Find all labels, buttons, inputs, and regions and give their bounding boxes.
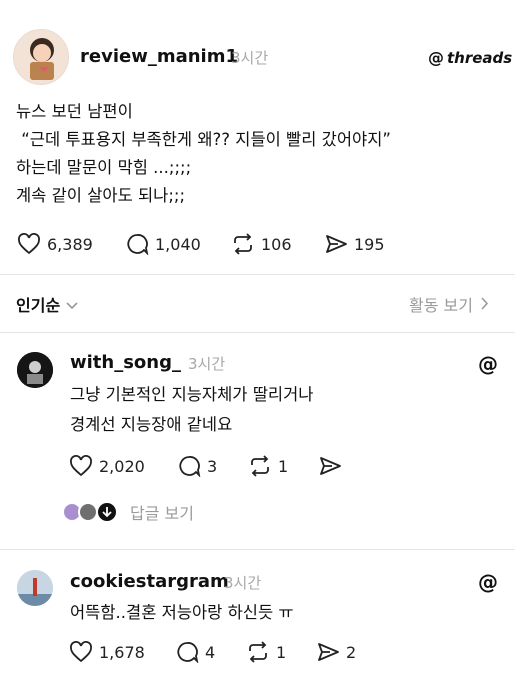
like-count: 6,389 xyxy=(47,234,93,254)
post-time: 3시간 xyxy=(231,49,269,67)
repost-icon xyxy=(251,455,269,477)
reply-line: 경계선 지능장애 같네요 xyxy=(70,415,233,434)
repost-count: 1 xyxy=(276,642,287,662)
comment-button[interactable]: 4 xyxy=(175,641,215,663)
avatar-photo xyxy=(17,570,53,606)
repost-button[interactable]: 1 xyxy=(246,641,286,663)
comment-count: 3 xyxy=(207,456,218,476)
author-avatar[interactable] xyxy=(13,29,69,85)
share-button[interactable]: 195 xyxy=(324,233,385,255)
avatar-illustration xyxy=(30,38,54,80)
like-button[interactable]: 2,020 xyxy=(69,455,145,477)
like-button[interactable]: 1,678 xyxy=(69,641,145,663)
share-count: 2 xyxy=(346,642,357,662)
post-line: 뉴스 보던 남편이 xyxy=(16,102,133,121)
reply-body: 그냥 기본적인 지능자체가 딸리거나 경계선 지능장애 같네요 xyxy=(70,380,490,440)
view-replies-label: 답글 보기 xyxy=(130,504,194,523)
repost-button[interactable]: 106 xyxy=(231,233,292,255)
activity-label: 활동 보기 xyxy=(409,296,473,315)
divider xyxy=(0,549,515,550)
share-button[interactable]: 2 xyxy=(316,641,356,663)
comment-icon xyxy=(177,642,199,663)
like-count: 2,020 xyxy=(99,456,145,476)
view-replies-row[interactable]: 답글 보기 xyxy=(62,500,194,524)
send-icon xyxy=(318,643,339,661)
heart-icon xyxy=(70,641,92,663)
reply-username[interactable]: with_song_ xyxy=(70,352,181,373)
avatar-photo xyxy=(17,352,53,388)
like-count: 1,678 xyxy=(99,642,145,662)
repost-count: 1 xyxy=(278,456,289,476)
comment-icon xyxy=(127,234,149,255)
divider xyxy=(0,332,515,333)
reply-time: 3시간 xyxy=(224,574,262,592)
reply-line: 그냥 기본적인 지능자체가 딸리거나 xyxy=(70,385,314,404)
comment-button[interactable]: 1,040 xyxy=(125,233,201,255)
threads-logo-icon: @ xyxy=(428,48,444,67)
post-line: 계속 같이 살아도 되나;;; xyxy=(16,186,186,205)
repost-icon xyxy=(234,233,252,255)
reply-avatar[interactable] xyxy=(17,570,53,606)
author-username[interactable]: review_manim1 xyxy=(80,46,238,67)
share-count: 195 xyxy=(354,234,385,254)
sort-label: 인기순 xyxy=(16,296,61,315)
comment-count: 1,040 xyxy=(155,234,201,254)
threads-brand: @ threads xyxy=(428,48,512,67)
arrow-down-icon xyxy=(96,501,118,523)
comment-button[interactable]: 3 xyxy=(177,455,217,477)
chevron-right-icon xyxy=(481,295,489,314)
sort-dropdown[interactable]: 인기순 xyxy=(16,292,78,316)
reply-username[interactable]: cookiestargram xyxy=(70,571,229,592)
reply-time: 3시간 xyxy=(188,355,226,373)
divider xyxy=(0,274,515,275)
heart-icon xyxy=(70,455,92,477)
replier-avatar xyxy=(78,502,98,522)
post-line: 하는데 말문이 막힘 ...;;;; xyxy=(16,158,192,177)
post-body: 뉴스 보던 남편이 “근데 투표용지 부족한게 왜?? 지들이 빨리 갔어야지”… xyxy=(16,98,506,210)
comment-icon xyxy=(179,456,201,477)
post-line: “근데 투표용지 부족한게 왜?? 지들이 빨리 갔어야지” xyxy=(16,130,391,149)
like-button[interactable]: 6,389 xyxy=(17,233,93,255)
comment-count: 4 xyxy=(205,642,216,662)
activity-link[interactable]: 활동 보기 xyxy=(409,292,489,316)
repost-icon xyxy=(249,641,267,663)
reply-body: 어뜩함..결혼 저능아랑 하신듯 ㅠ xyxy=(70,598,490,628)
repost-button[interactable]: 1 xyxy=(248,455,288,477)
threads-icon[interactable]: @ xyxy=(478,570,498,594)
send-icon xyxy=(320,457,341,475)
reply-line: 어뜩함..결혼 저능아랑 하신듯 ㅠ xyxy=(70,603,294,622)
heart-icon xyxy=(18,233,40,255)
send-icon xyxy=(326,235,347,253)
threads-icon[interactable]: @ xyxy=(478,352,498,376)
repost-count: 106 xyxy=(261,234,292,254)
share-button[interactable] xyxy=(318,455,342,477)
threads-brand-label: threads xyxy=(447,48,513,67)
reply-avatar[interactable] xyxy=(17,352,53,388)
chevron-down-icon xyxy=(66,295,78,314)
